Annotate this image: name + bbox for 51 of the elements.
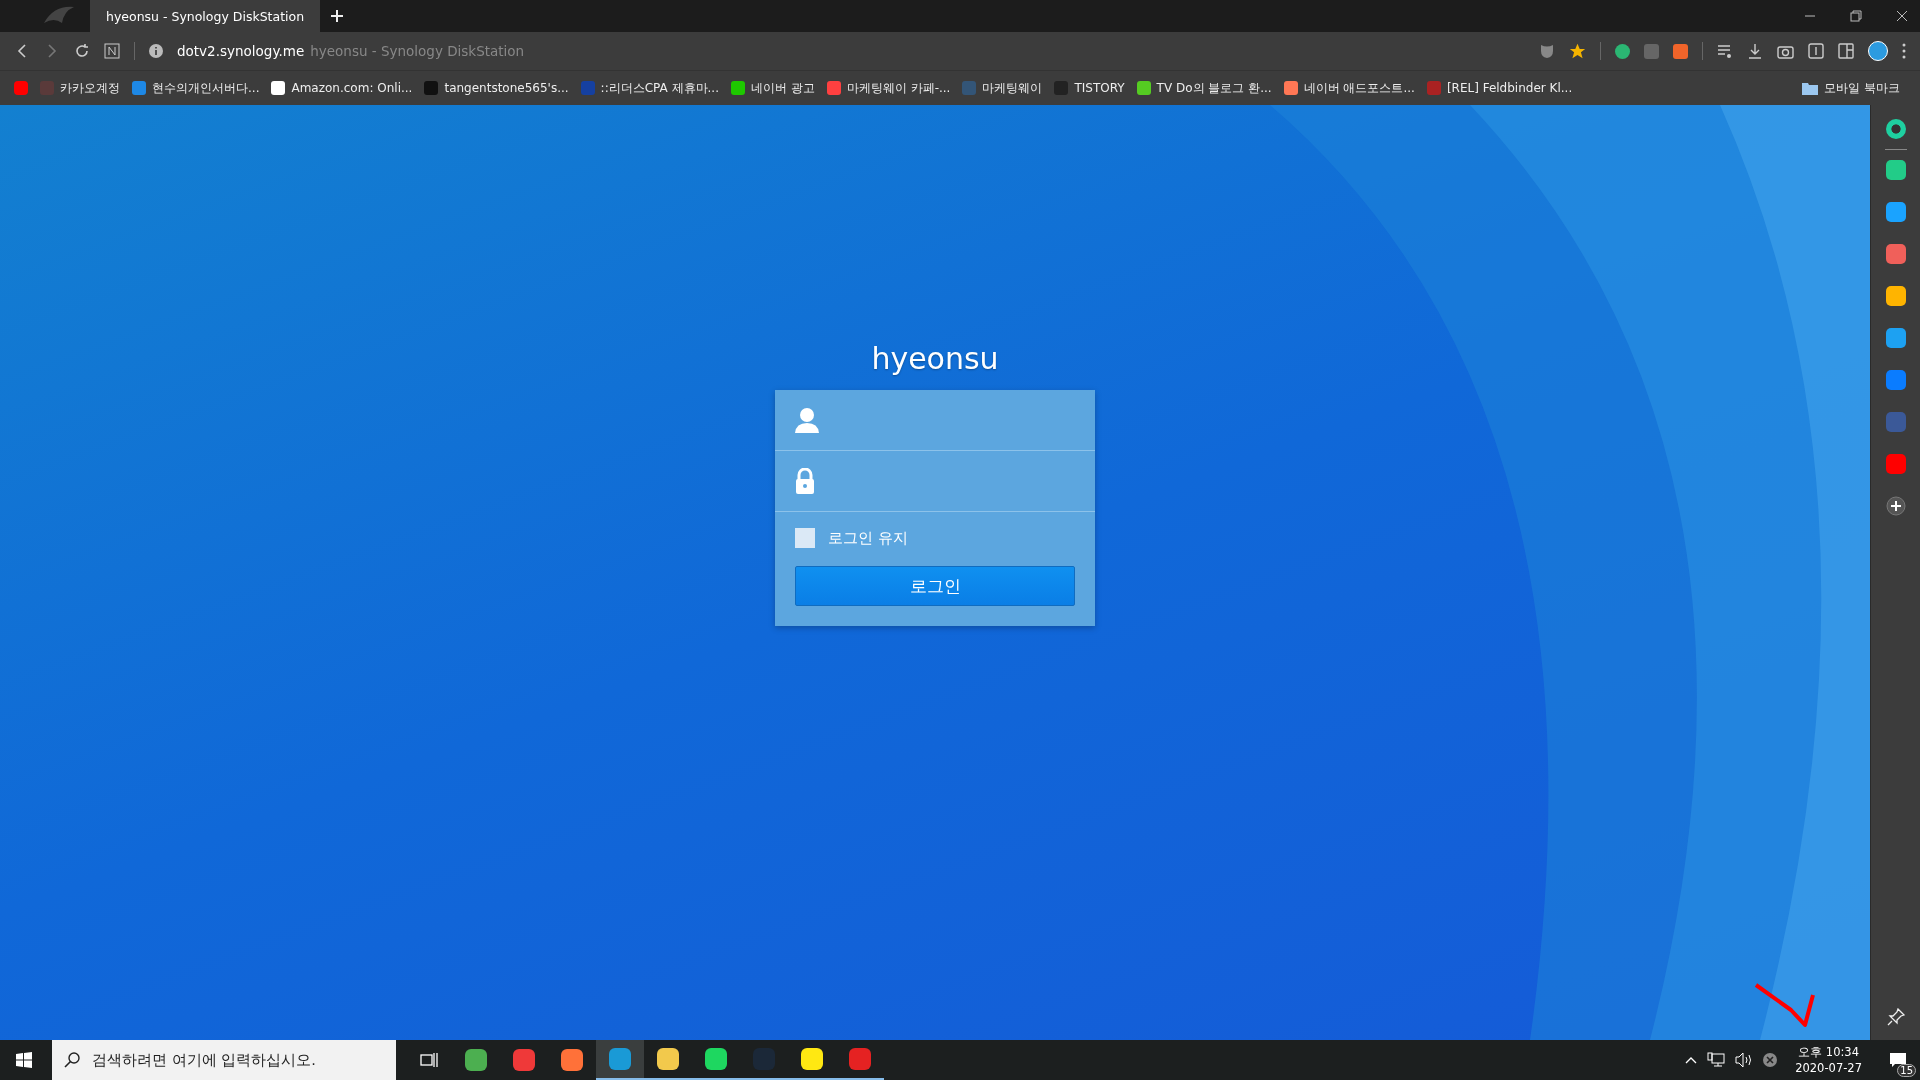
bookmark[interactable]: TV Do의 블로그 환... <box>1136 79 1272 97</box>
bookmark[interactable]: [REL] Feldbinder Kl... <box>1426 81 1573 95</box>
bookmark[interactable]: ::리더스CPA 제휴마... <box>580 79 719 97</box>
download-icon[interactable] <box>1747 43 1763 59</box>
user-icon <box>795 407 819 433</box>
info-icon[interactable] <box>149 44 163 58</box>
bookmark[interactable]: 카카오계정 <box>40 79 120 97</box>
network-icon[interactable] <box>1707 1052 1726 1068</box>
sidebar-icon[interactable] <box>1838 43 1854 59</box>
bookmark[interactable]: Amazon.com: Onli... <box>271 81 413 95</box>
search-field[interactable]: 검색하려면 여기에 입력하십시오. <box>52 1040 396 1080</box>
extension-icon[interactable] <box>1673 43 1688 59</box>
bookmark[interactable]: 마케팅웨이 카페-... <box>826 79 951 97</box>
browser-tab[interactable]: hyeonsu - Synology DiskStation <box>90 0 320 32</box>
bookmark[interactable]: 현수의개인서버다... <box>132 79 260 97</box>
bookmark[interactable]: 마케팅웨이 <box>962 79 1043 97</box>
extension-icon[interactable] <box>1615 43 1630 59</box>
task-view-icon[interactable] <box>420 1052 438 1068</box>
playlist-icon[interactable] <box>1717 43 1733 59</box>
pin-icon[interactable] <box>1886 1008 1905 1026</box>
menu-icon[interactable] <box>1902 43 1906 59</box>
windows-icon[interactable] <box>16 1052 32 1068</box>
volume-icon[interactable] <box>1735 1052 1754 1068</box>
clock[interactable]: 오후 10:34 2020-07-27 <box>1795 1044 1862 1076</box>
notification-button[interactable]: 15 <box>1880 1040 1916 1080</box>
new-tab-icon[interactable] <box>330 9 344 23</box>
bookmark[interactable]: 네이버 애드포스트... <box>1283 79 1415 97</box>
checkbox[interactable] <box>795 528 815 548</box>
lock-icon <box>795 468 815 494</box>
checkbox-label: 로그인 유지 <box>828 528 908 548</box>
reader-icon[interactable] <box>104 43 120 59</box>
bookmark[interactable]: tangentstone565's... <box>424 81 569 95</box>
server-name: hyeonsu <box>871 341 999 376</box>
message-icon <box>1889 1052 1907 1068</box>
add-icon[interactable] <box>1885 496 1906 516</box>
notification-count: 15 <box>1897 1064 1916 1077</box>
close-circle-icon[interactable] <box>1763 1053 1778 1067</box>
bookmark[interactable]: 네이버 광고 <box>731 79 815 97</box>
panel-icon[interactable] <box>1808 43 1824 59</box>
restore-icon[interactable] <box>1850 10 1862 22</box>
avatar-icon[interactable] <box>1868 41 1888 61</box>
close-icon[interactable] <box>1896 10 1908 22</box>
shield-icon[interactable] <box>1539 43 1555 59</box>
reload-icon[interactable] <box>74 43 90 59</box>
record-icon[interactable] <box>1885 119 1906 139</box>
search-icon <box>64 1052 80 1068</box>
login-button[interactable]: 로그인 <box>795 566 1075 606</box>
camera-icon[interactable] <box>1777 43 1794 59</box>
bookmark[interactable]: TISTORY <box>1054 81 1125 95</box>
chevron-up-icon[interactable] <box>1685 1056 1698 1064</box>
bookmark-folder[interactable]: 모바일 북마크 <box>1802 79 1900 97</box>
